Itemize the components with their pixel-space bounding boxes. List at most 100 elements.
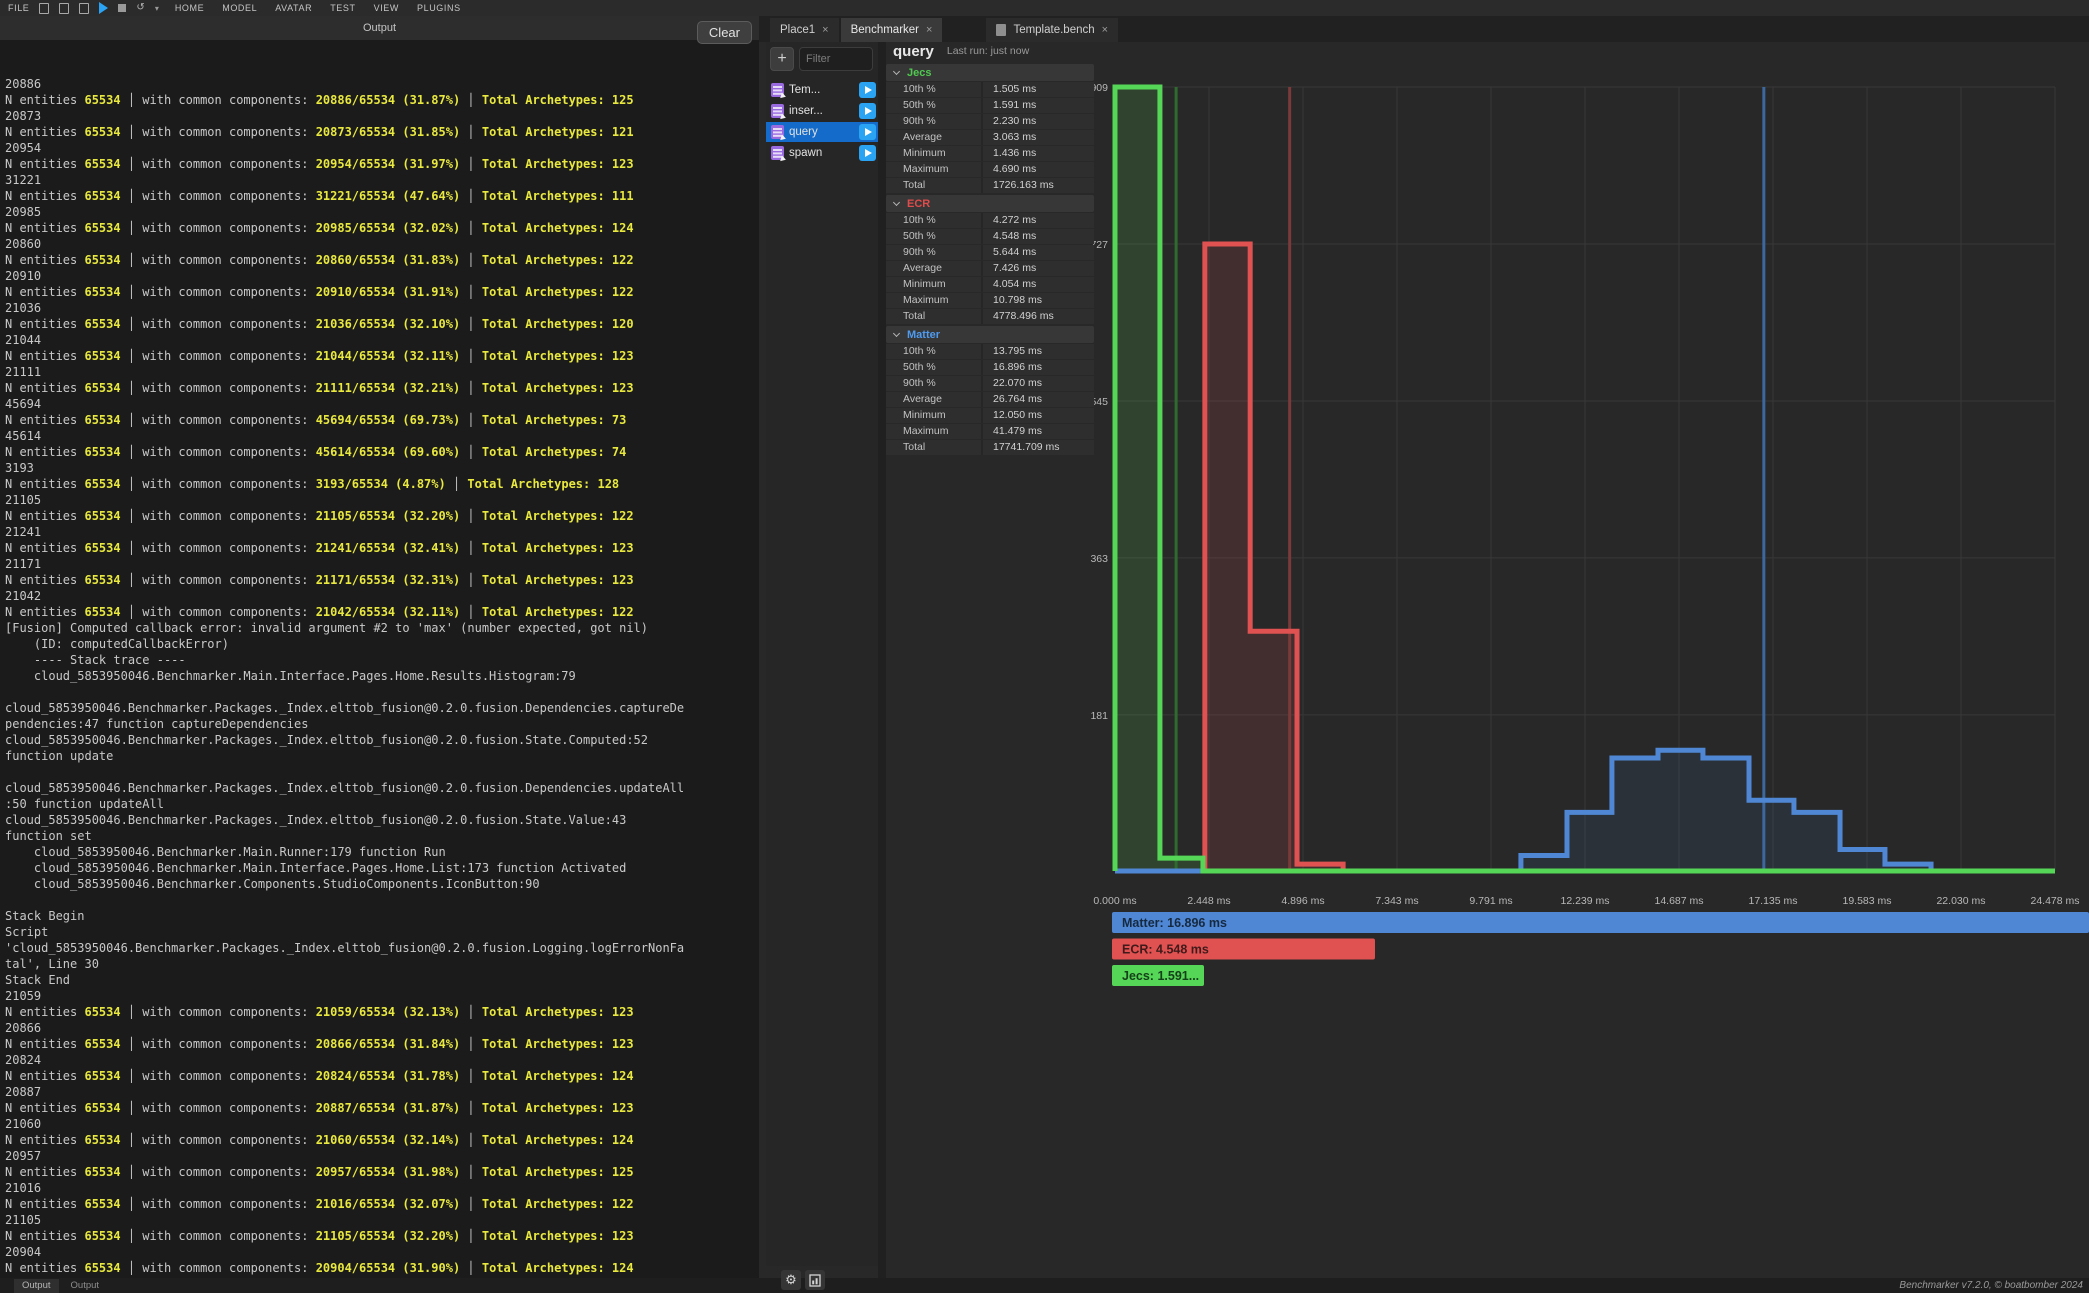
run-benchmark-button[interactable]: [859, 103, 876, 119]
play-icon: [865, 149, 872, 157]
benchmark-item-spawn[interactable]: spawn: [766, 143, 878, 163]
filter-input[interactable]: [799, 47, 873, 71]
section-header-jecs[interactable]: Jecs: [886, 64, 1094, 81]
stat-label: Average: [886, 130, 981, 145]
console-line: cloud_5853950046.Benchmarker.Main.Interf…: [5, 668, 759, 684]
panel-divider[interactable]: [878, 42, 886, 1278]
undo-caret-icon[interactable]: ▾: [155, 4, 159, 13]
console-line: 31221: [5, 172, 759, 188]
plugin-credit: Benchmarker v7.2.0, © boatbomber 2024: [1899, 1280, 2083, 1291]
stat-row: Total4778.496 ms: [886, 309, 1094, 324]
console-line: 20887: [5, 1084, 759, 1100]
run-benchmark-button[interactable]: [859, 82, 876, 98]
statusbar: Output Output Benchmarker v7.2.0, © boatb…: [0, 1278, 2089, 1293]
console-line: Script: [5, 924, 759, 940]
stat-row: 10th %4.272 ms: [886, 213, 1094, 228]
stat-value: 1.591 ms: [981, 98, 1094, 113]
benchmark-list: Tem... inser... queryspawn: [766, 80, 878, 164]
play-icon[interactable]: [99, 2, 108, 14]
menu-home[interactable]: HOME: [175, 3, 204, 13]
save-icon[interactable]: [79, 3, 89, 14]
stat-label: Average: [886, 392, 981, 407]
menu-plugins[interactable]: PLUGINS: [417, 3, 461, 13]
benchmark-item-inser[interactable]: inser...: [766, 101, 878, 121]
dock-tab-output[interactable]: Output: [63, 1279, 108, 1293]
stop-icon[interactable]: [118, 4, 126, 12]
menu-model[interactable]: MODEL: [222, 3, 257, 13]
stat-value: 41.479 ms: [981, 424, 1094, 439]
add-benchmark-button[interactable]: +: [770, 47, 794, 71]
console-line: [Fusion] Computed callback error: invali…: [5, 620, 759, 636]
stat-label: 50th %: [886, 229, 981, 244]
console-line: N entities 65534 │ with common component…: [5, 124, 759, 140]
console-line: cloud_5853950046.Benchmarker.Packages._I…: [5, 812, 759, 828]
menu-avatar[interactable]: AVATAR: [275, 3, 312, 13]
console-line: [5, 764, 759, 780]
stat-row: Maximum10.798 ms: [886, 293, 1094, 308]
dock-tab-output[interactable]: Output: [14, 1279, 59, 1293]
output-panel: Output × 20886N entities 65534 │ with co…: [0, 16, 759, 1278]
console-line: N entities 65534 │ with common component…: [5, 316, 759, 332]
stat-value: 1726.163 ms: [981, 178, 1094, 193]
stat-value: 1.436 ms: [981, 146, 1094, 161]
stat-label: Maximum: [886, 424, 981, 439]
tab-close-icon[interactable]: ×: [926, 24, 932, 36]
script-icon: [771, 104, 784, 118]
menu-file[interactable]: FILE: [8, 3, 29, 13]
clear-button[interactable]: Clear: [697, 21, 752, 44]
stat-value: 12.050 ms: [981, 408, 1094, 423]
benchmark-item-label: inser...: [789, 105, 823, 117]
output-panel-title: Output: [363, 22, 396, 34]
console-line: 21171: [5, 556, 759, 572]
menu-items: HOME MODEL AVATAR TEST VIEW PLUGINS: [175, 3, 461, 13]
console-line: N entities 65534 │ with common component…: [5, 380, 759, 396]
stat-label: Total: [886, 178, 981, 193]
stat-row: Maximum41.479 ms: [886, 424, 1094, 439]
tab-benchmarker[interactable]: Benchmarker×: [841, 18, 943, 42]
editor-tabbar: Place1×Benchmarker×Template.bench×: [759, 16, 2089, 42]
stat-label: 10th %: [886, 344, 981, 359]
stat-label: 10th %: [886, 82, 981, 97]
stat-label: 10th %: [886, 213, 981, 228]
play-icon: [865, 107, 872, 115]
console-line: 20824: [5, 1052, 759, 1068]
stat-label: Total: [886, 440, 981, 455]
menu-test[interactable]: TEST: [330, 3, 355, 13]
tab-label: Place1: [780, 24, 815, 36]
console-line: cloud_5853950046.Benchmarker.Packages._I…: [5, 732, 759, 748]
chevron-down-icon: [893, 330, 900, 337]
stat-row: Minimum1.436 ms: [886, 146, 1094, 161]
stat-value: 5.644 ms: [981, 245, 1094, 260]
stat-value: 4.054 ms: [981, 277, 1094, 292]
tab-template-bench[interactable]: Template.bench×: [986, 18, 1118, 42]
open-file-icon[interactable]: [59, 3, 69, 14]
undo-icon[interactable]: ↺: [136, 3, 144, 13]
stat-label: 90th %: [886, 245, 981, 260]
section-name: Matter: [907, 329, 940, 341]
console-line: 20954: [5, 140, 759, 156]
tab-close-icon[interactable]: ×: [1102, 24, 1108, 36]
tab-place1[interactable]: Place1 ×: [770, 18, 839, 42]
output-console[interactable]: 20886N entities 65534 │ with common comp…: [0, 40, 759, 1278]
menu-view[interactable]: VIEW: [374, 3, 399, 13]
stat-label: 90th %: [886, 114, 981, 129]
new-file-icon[interactable]: [39, 3, 49, 14]
section-header-ecr[interactable]: ECR: [886, 195, 1094, 212]
console-line: N entities 65534 │ with common component…: [5, 156, 759, 172]
settings-gear-icon[interactable]: ⚙: [781, 1270, 801, 1290]
tab-close-icon[interactable]: ×: [822, 24, 828, 36]
stat-row: 50th %1.591 ms: [886, 98, 1094, 113]
console-line: N entities 65534 │ with common component…: [5, 572, 759, 588]
section-header-matter[interactable]: Matter: [886, 326, 1094, 343]
run-benchmark-button[interactable]: [859, 124, 876, 140]
run-benchmark-button[interactable]: [859, 145, 876, 161]
console-line: 21059: [5, 988, 759, 1004]
benchmark-item-tem[interactable]: Tem...: [766, 80, 878, 100]
console-line: 20910: [5, 268, 759, 284]
console-line: tal', Line 30: [5, 956, 759, 972]
section-name: ECR: [907, 198, 930, 210]
export-report-icon[interactable]: [805, 1270, 825, 1290]
stat-value: 4.272 ms: [981, 213, 1094, 228]
stat-value: 26.764 ms: [981, 392, 1094, 407]
benchmark-item-query[interactable]: query: [766, 122, 878, 142]
